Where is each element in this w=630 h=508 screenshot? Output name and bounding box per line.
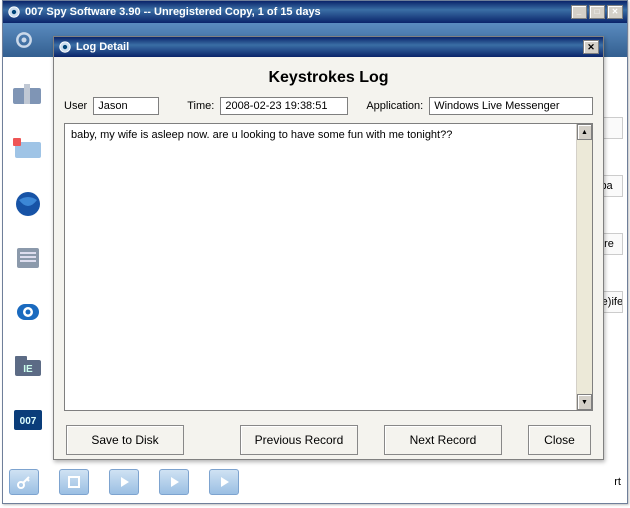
scrollbar[interactable]: ▲ ▼ <box>576 124 592 410</box>
dialog-button-row: Save to Disk Previous Record Next Record… <box>64 425 593 455</box>
bottom-right-text: rt <box>614 476 621 488</box>
sidebar-icon-007[interactable]: 007 <box>9 405 47 435</box>
bottom-btn-3[interactable] <box>109 469 139 495</box>
user-label: User <box>64 100 87 112</box>
application-label: Application: <box>366 100 423 112</box>
sidebar-icon-webcam[interactable] <box>9 297 47 327</box>
bottom-toolbar: rt <box>9 467 621 497</box>
dialog-body: Keystrokes Log User Time: Application: b… <box>54 57 603 465</box>
bottom-btn-4[interactable] <box>159 469 189 495</box>
save-button[interactable]: Save to Disk <box>66 425 184 455</box>
sidebar-icon-tools[interactable] <box>9 81 47 111</box>
dialog-app-icon <box>58 40 72 54</box>
sidebar-icon-files[interactable]: IE <box>9 351 47 381</box>
maximize-button[interactable]: □ <box>589 5 605 19</box>
scroll-down-button[interactable]: ▼ <box>577 394 592 410</box>
bottom-btn-2[interactable] <box>59 469 89 495</box>
dialog-heading: Keystrokes Log <box>64 69 593 87</box>
sidebar-icon-capture[interactable] <box>9 135 47 165</box>
dialog-close-button[interactable]: ✕ <box>583 40 599 54</box>
bottom-btn-5[interactable] <box>209 469 239 495</box>
minimize-button[interactable]: _ <box>571 5 587 19</box>
sidebar: IE 007 <box>9 81 53 435</box>
main-titlebar: 007 Spy Software 3.90 -- Unregistered Co… <box>3 1 627 23</box>
previous-record-button[interactable]: Previous Record <box>240 425 358 455</box>
app-icon <box>7 5 21 19</box>
fields-row: User Time: Application: <box>64 97 593 115</box>
sidebar-icon-globe[interactable] <box>9 189 47 219</box>
time-label: Time: <box>187 100 214 112</box>
main-window-title: 007 Spy Software 3.90 -- Unregistered Co… <box>25 6 321 18</box>
dialog-title: Log Detail <box>76 41 129 53</box>
close-button[interactable]: Close <box>528 425 591 455</box>
sidebar-icon-document[interactable] <box>9 243 47 273</box>
log-textarea-wrap: baby, my wife is asleep now. are u looki… <box>64 123 593 411</box>
scroll-up-button[interactable]: ▲ <box>577 124 592 140</box>
log-textarea[interactable]: baby, my wife is asleep now. are u looki… <box>65 124 576 410</box>
user-field[interactable] <box>93 97 159 115</box>
next-record-button[interactable]: Next Record <box>384 425 502 455</box>
svg-text:IE: IE <box>23 364 33 375</box>
close-window-button[interactable]: ✕ <box>607 5 623 19</box>
bottom-btn-key[interactable] <box>9 469 39 495</box>
toolbar-gear-icon[interactable] <box>9 26 39 54</box>
dialog-titlebar: Log Detail ✕ <box>54 37 603 57</box>
time-field[interactable] <box>220 97 348 115</box>
application-field[interactable] <box>429 97 593 115</box>
log-detail-dialog: Log Detail ✕ Keystrokes Log User Time: A… <box>53 36 604 460</box>
svg-text:007: 007 <box>20 416 37 427</box>
